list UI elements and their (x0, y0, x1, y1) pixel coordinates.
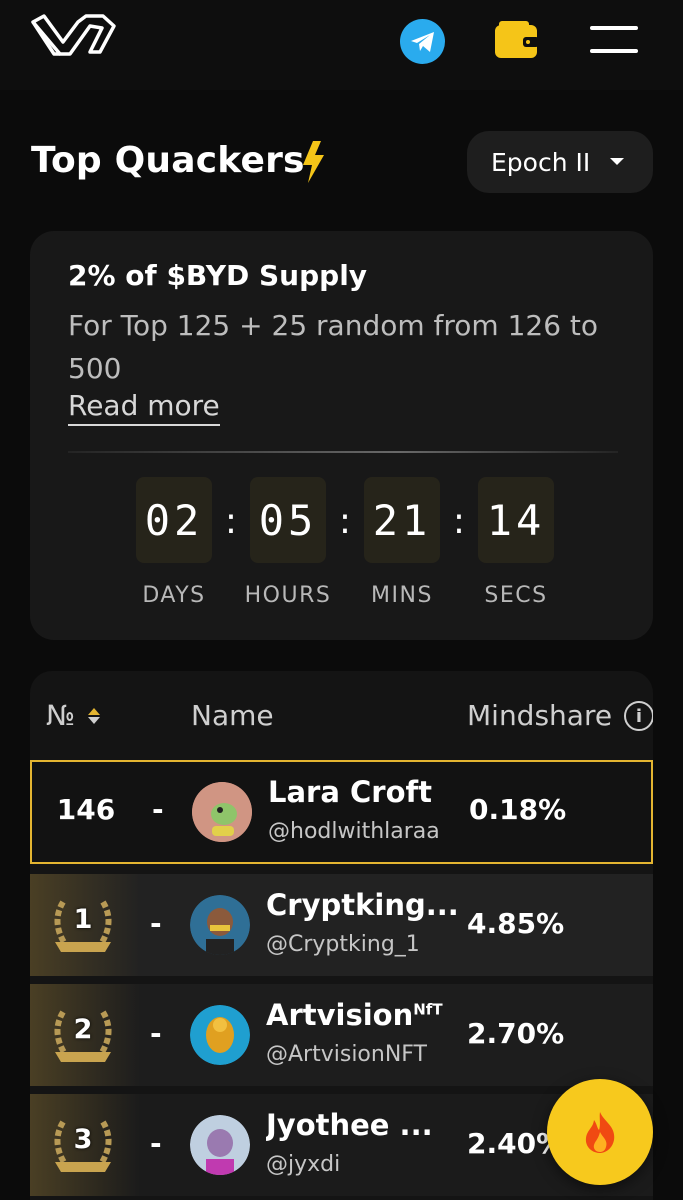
hamburger-menu-icon[interactable] (590, 26, 638, 54)
user-name: Jyothee ... (266, 1108, 433, 1142)
avatar (192, 782, 252, 842)
rank-number: 146 (56, 793, 116, 826)
read-more-link[interactable]: Read more (68, 389, 220, 426)
lightning-bolt-icon (303, 141, 324, 183)
wallet-icon[interactable] (493, 20, 539, 60)
countdown-separator: : (452, 501, 466, 542)
mindshare-value: 4.85% (467, 907, 565, 940)
countdown-secs: 14 (478, 477, 554, 563)
rank-change: - (150, 1127, 162, 1160)
avatar (190, 1115, 250, 1175)
wallchain-logo-icon[interactable] (30, 12, 116, 58)
fire-fab-button[interactable] (547, 1079, 653, 1185)
user-name: Cryptking... (266, 888, 456, 922)
rank-number: 3 (73, 1124, 93, 1155)
column-header-rank[interactable]: № (46, 699, 75, 732)
user-handle: @hodlwithlaraa (268, 819, 440, 844)
user-name-superscript: NfT (413, 1000, 443, 1019)
user-name: ArtvisionNfT (266, 998, 443, 1032)
countdown-days: 02 (136, 477, 212, 563)
telegram-icon[interactable] (400, 19, 445, 64)
current-user-row[interactable]: 146 - Lara Croft @hodlwithlaraa 0.18% (30, 760, 653, 864)
rank-change: - (150, 907, 162, 940)
page-title: Top Quackers (31, 140, 305, 181)
mindshare-value: 0.18% (469, 793, 567, 826)
table-row[interactable]: 2 - ArtvisionNfT @ArtvisionNFT 2.70% (30, 984, 653, 1086)
epoch-selected-label: Epoch II (491, 147, 591, 177)
top-navbar (0, 0, 683, 90)
table-row[interactable]: 1 - Cryptking... @Cryptking_1 4.85% (30, 874, 653, 976)
reward-description: For Top 125 + 25 random from 126 to 500 (68, 309, 599, 385)
rank-number: 1 (73, 904, 93, 935)
user-name: Lara Croft (268, 775, 433, 809)
chevron-down-icon (610, 158, 624, 165)
reward-info-card: 2% of $BYD Supply For Top 125 + 25 rando… (30, 231, 653, 640)
countdown-label-secs: SECS (484, 583, 548, 608)
reward-headline: 2% of $BYD Supply (68, 259, 368, 292)
countdown-separator: : (338, 501, 352, 542)
countdown-hours: 05 (250, 477, 326, 563)
rank-change: - (150, 1017, 162, 1050)
mindshare-value: 2.70% (467, 1017, 565, 1050)
user-handle: @ArtvisionNFT (266, 1042, 427, 1067)
info-icon[interactable]: i (624, 701, 653, 731)
sort-icon[interactable] (87, 707, 101, 725)
rank-number: 2 (73, 1014, 93, 1045)
countdown-label-hours: HOURS (244, 583, 332, 608)
countdown-separator: : (224, 501, 238, 542)
epoch-dropdown[interactable]: Epoch II (467, 131, 653, 193)
rank-change: - (152, 793, 164, 826)
avatar (190, 1005, 250, 1065)
countdown-mins: 21 (364, 477, 440, 563)
card-divider (68, 451, 618, 453)
user-handle: @Cryptking_1 (266, 932, 420, 957)
countdown-label-days: DAYS (142, 583, 206, 608)
column-header-name: Name (191, 699, 274, 732)
countdown-label-mins: MINS (371, 583, 433, 608)
column-header-mindshare: Mindshare (467, 699, 613, 732)
user-handle: @jyxdi (266, 1152, 341, 1177)
avatar (190, 895, 250, 955)
fire-icon (585, 1112, 615, 1153)
